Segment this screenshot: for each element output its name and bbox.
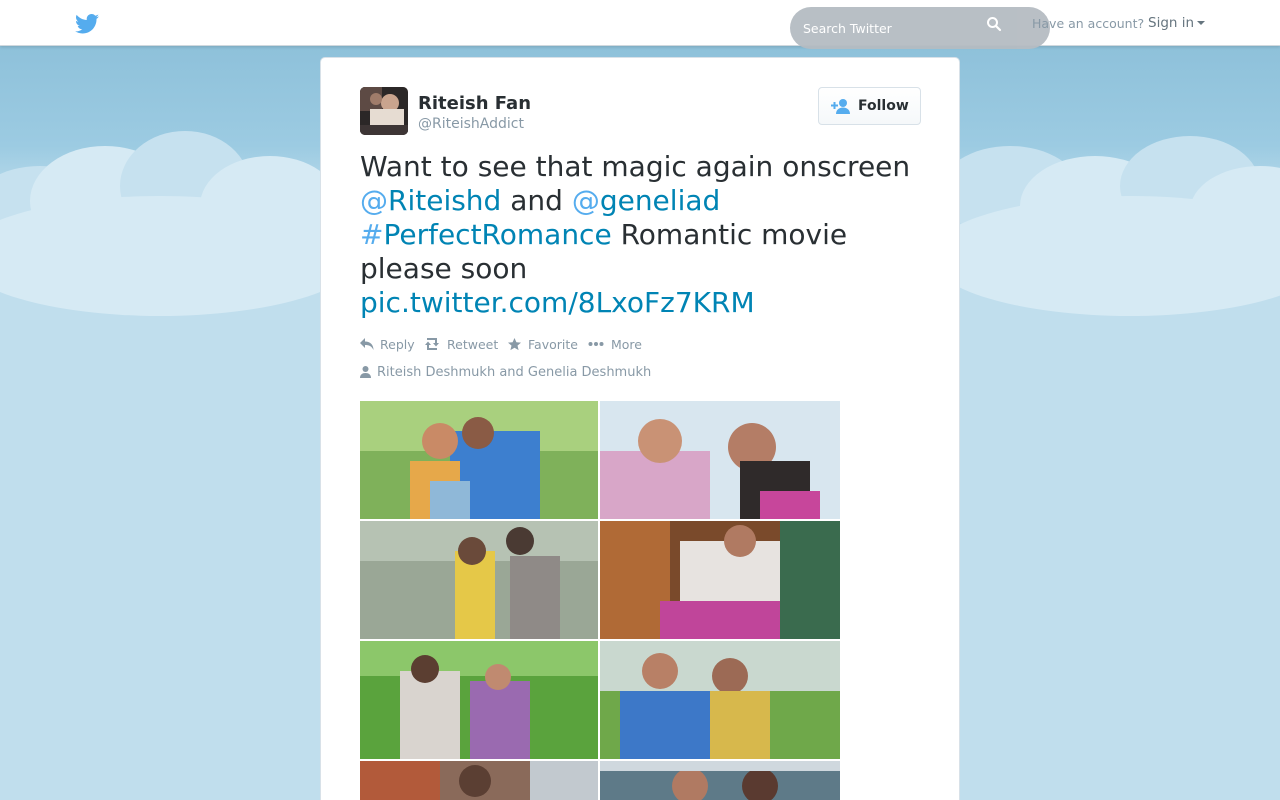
follow-person-icon <box>831 99 850 114</box>
reply-icon <box>360 338 374 350</box>
mention-geneliad-text: geneliad <box>599 184 721 217</box>
star-icon <box>508 338 521 351</box>
search-input[interactable]: Search Twitter <box>803 21 892 36</box>
tweet-photo[interactable] <box>360 401 840 800</box>
mention-riteishd-text: Riteishd <box>388 184 502 217</box>
have-account-text: Have an account? <box>1032 16 1145 31</box>
chevron-down-icon <box>1197 21 1206 25</box>
avatar[interactable] <box>360 87 408 135</box>
retweet-label: Retweet <box>447 337 499 352</box>
ellipsis-icon <box>588 342 604 346</box>
follow-button[interactable]: Follow <box>818 87 921 125</box>
photo-collage-image <box>360 401 840 800</box>
mention-link-riteishd[interactable]: @Riteishd <box>360 184 501 217</box>
hashtag-text: PerfectRomance <box>383 218 612 251</box>
tweet-card: Riteish Fan @RiteishAddict Follow Want t… <box>320 57 960 800</box>
tweet-text-and: and <box>501 184 572 217</box>
author-username[interactable]: @RiteishAddict <box>418 116 524 132</box>
person-icon <box>360 366 371 378</box>
top-navigation-bar: Search Twitter Have an account? Sign in <box>0 0 1280 49</box>
hashtag-link-perfectromance[interactable]: #PerfectRomance <box>360 218 612 251</box>
tagged-people-text: Riteish Deshmukh and Genelia Deshmukh <box>377 365 652 380</box>
twitter-bird-icon[interactable] <box>75 14 99 34</box>
tweet-text: Want to see that magic again onscreen @Ri… <box>360 150 930 320</box>
sign-in-label: Sign in <box>1148 15 1195 31</box>
author-full-name[interactable]: Riteish Fan <box>418 93 531 114</box>
favorite-label: Favorite <box>528 337 578 352</box>
mention-link-geneliad[interactable]: @geneliad <box>572 184 720 217</box>
tweet-text-line1: Want to see that magic again onscreen <box>360 150 911 183</box>
avatar-image <box>360 87 408 135</box>
search-icon[interactable] <box>986 16 1002 32</box>
follow-label: Follow <box>858 98 909 114</box>
retweet-icon <box>425 338 439 350</box>
reply-label: Reply <box>380 337 415 352</box>
search-box[interactable]: Search Twitter <box>790 7 1050 49</box>
more-label: More <box>611 337 642 352</box>
pic-link[interactable]: pic.twitter.com/8LxoFz7KRM <box>360 286 755 319</box>
sign-in-button[interactable]: Sign in <box>1148 15 1206 31</box>
